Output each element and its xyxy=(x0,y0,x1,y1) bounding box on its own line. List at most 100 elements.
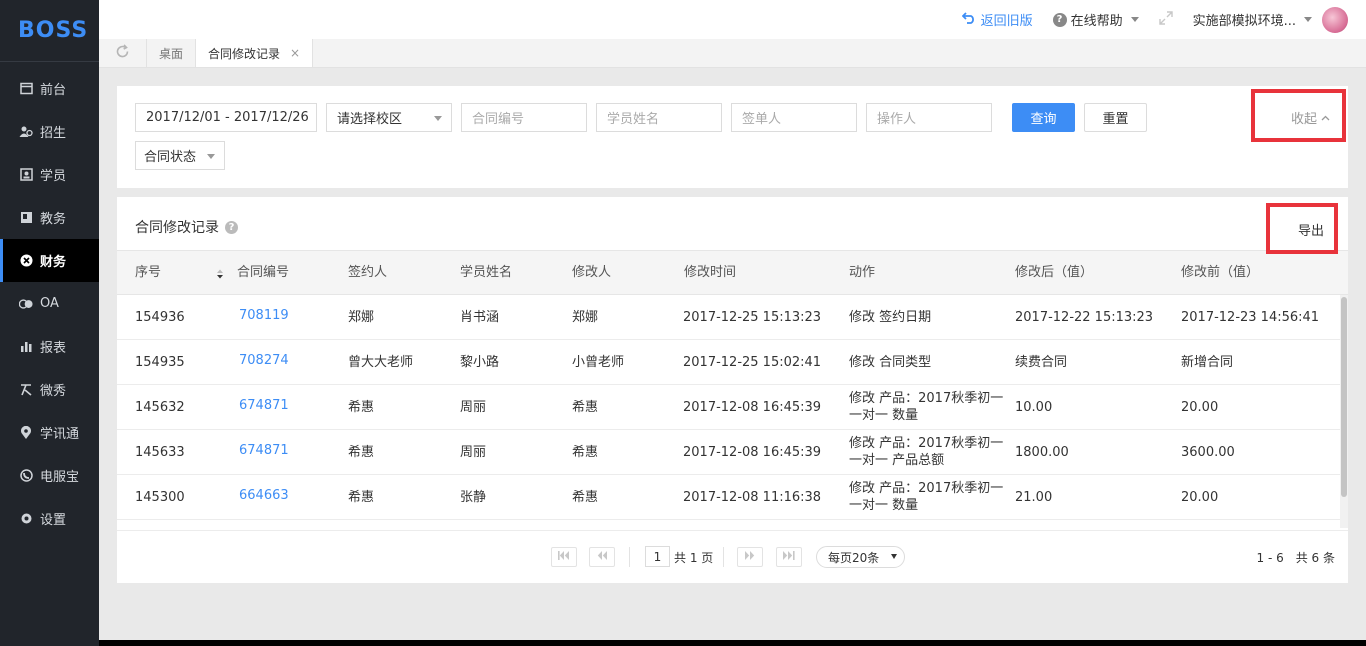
page-number-value: 1 xyxy=(653,549,662,564)
cell-modifier: 希惠 xyxy=(572,490,599,505)
close-icon[interactable]: × xyxy=(290,46,300,60)
location-pin-icon xyxy=(19,425,33,440)
column-header-before-value: 修改前（值） xyxy=(1181,265,1260,280)
people-icon xyxy=(19,125,33,139)
sidebar-nav: 前台 招生 学员 教务 财务 OA 报表 微秀 学讯通 电服宝 设置 xyxy=(0,67,99,540)
tab-bar: 桌面 合同修改记录 × xyxy=(99,39,1366,68)
search-button-label: 查询 xyxy=(1030,112,1057,127)
sidebar-item-label: 财务 xyxy=(40,255,67,270)
signer-input[interactable]: 签单人 xyxy=(731,103,857,132)
sidebar-item-label: 招生 xyxy=(40,126,67,141)
sidebar-item-enrollment[interactable]: 招生 xyxy=(0,110,99,153)
cell-id: 145300 xyxy=(135,490,185,505)
cell-action: 修改 签约日期 xyxy=(849,310,932,325)
cell-modifier: 郑娜 xyxy=(572,310,599,325)
cell-action: 修改 产品：2017秋季初一一对一 数量 xyxy=(849,391,1004,423)
operator-input[interactable]: 操作人 xyxy=(866,103,992,132)
sidebar-item-weixiu[interactable]: 微秀 xyxy=(0,368,99,411)
cell-contract-link[interactable]: 664663 xyxy=(239,487,289,504)
cell-id: 154936 xyxy=(135,310,185,325)
cell-student: 张静 xyxy=(460,490,487,505)
cell-contract-link[interactable]: 708119 xyxy=(239,307,289,324)
cell-modifier: 希惠 xyxy=(572,445,599,460)
sidebar-item-frontdesk[interactable]: 前台 xyxy=(0,67,99,110)
cell-after: 21.00 xyxy=(1015,490,1053,505)
scrollbar-thumb[interactable] xyxy=(1341,297,1347,497)
calendar-icon xyxy=(19,82,33,96)
date-range-input[interactable]: 2017/12/01 - 2017/12/26 xyxy=(135,103,317,132)
sidebar-item-students[interactable]: 学员 xyxy=(0,153,99,196)
sidebar-item-label: 前台 xyxy=(40,83,67,98)
back-to-old-version-link[interactable]: 返回旧版 xyxy=(961,10,1033,29)
last-page-button[interactable] xyxy=(776,547,802,567)
bottom-edge xyxy=(99,640,1366,646)
sort-icon[interactable] xyxy=(217,268,223,279)
tab-contract-modification-records[interactable]: 合同修改记录 × xyxy=(196,39,314,67)
chevron-down-icon xyxy=(434,116,442,121)
cell-student: 肖书涵 xyxy=(460,310,500,325)
sidebar-item-xuexuntong[interactable]: 学讯通 xyxy=(0,411,99,454)
online-help-menu[interactable]: ? 在线帮助 xyxy=(1052,10,1139,29)
search-button[interactable]: 查询 xyxy=(1012,103,1075,132)
sidebar-item-oa[interactable]: OA xyxy=(0,282,99,325)
reset-button-label: 重置 xyxy=(1102,112,1129,127)
undo-icon xyxy=(961,11,977,28)
question-icon: ? xyxy=(1052,12,1067,27)
cell-contract-link[interactable]: 708274 xyxy=(239,352,289,369)
column-header-id: 序号 xyxy=(135,265,162,280)
prev-page-button[interactable] xyxy=(589,547,615,567)
sidebar-item-settings[interactable]: 设置 xyxy=(0,497,99,540)
page-size-select[interactable]: 每页20条 xyxy=(816,546,905,568)
avatar[interactable] xyxy=(1322,6,1348,33)
sidebar-item-dianfubao[interactable]: 电服宝 xyxy=(0,454,99,497)
reset-button[interactable]: 重置 xyxy=(1084,103,1147,132)
contract-status-select[interactable]: 合同状态 xyxy=(135,141,225,170)
campus-select[interactable]: 请选择校区 xyxy=(326,103,452,132)
panel-title-text: 合同修改记录 xyxy=(135,220,219,236)
cell-signer: 希惠 xyxy=(348,490,375,505)
chevron-down-icon xyxy=(207,154,215,159)
cell-time: 2017-12-25 15:13:23 xyxy=(683,310,822,325)
next-page-button[interactable] xyxy=(737,547,763,567)
pagination: 1 共 1 页 每页20条 1 - 6 共 6 条 xyxy=(117,530,1348,583)
sidebar-item-academic[interactable]: 教务 xyxy=(0,196,99,239)
phone-icon xyxy=(19,469,33,483)
cell-after: 续费合同 xyxy=(1015,355,1068,370)
cell-modifier: 希惠 xyxy=(572,400,599,415)
first-page-button[interactable] xyxy=(551,547,577,567)
cell-contract-link[interactable]: 674871 xyxy=(239,397,289,414)
column-header-modify-time: 修改时间 xyxy=(684,265,737,280)
campus-select-value: 请选择校区 xyxy=(337,112,403,127)
filter-panel: 2017/12/01 - 2017/12/26 请选择校区 合同编号 学员姓名 … xyxy=(117,86,1348,188)
online-help-label: 在线帮助 xyxy=(1070,14,1123,29)
app-logo[interactable]: BOSS xyxy=(0,0,99,62)
help-icon[interactable]: ? xyxy=(225,220,238,234)
cell-time: 2017-12-08 16:45:39 xyxy=(683,400,822,415)
sidebar-item-finance[interactable]: 财务 xyxy=(0,239,99,282)
book-icon xyxy=(19,211,33,225)
tab-label: 合同修改记录 xyxy=(208,46,281,61)
tab-desktop[interactable]: 桌面 xyxy=(147,39,197,67)
column-header-student-name: 学员姓名 xyxy=(460,265,513,280)
cell-before: 2017-12-23 14:56:41 xyxy=(1181,310,1320,325)
user-menu[interactable]: 实施部模拟环境... xyxy=(1193,6,1348,33)
back-to-old-version-label: 返回旧版 xyxy=(980,14,1033,29)
table-scrollbar[interactable] xyxy=(1340,295,1348,528)
cell-signer: 希惠 xyxy=(348,445,375,460)
table-row: 154935 708274 曾大大老师 黎小路 小曾老师 2017-12-25 … xyxy=(117,340,1340,385)
column-header-contract-number[interactable]: 合同编号 xyxy=(237,264,289,281)
cell-before: 20.00 xyxy=(1181,490,1219,505)
student-name-input[interactable]: 学员姓名 xyxy=(596,103,722,132)
table-row: 154936 708119 郑娜 肖书涵 郑娜 2017-12-25 15:13… xyxy=(117,295,1340,340)
cell-contract-link[interactable]: 674871 xyxy=(239,442,289,459)
cell-time: 2017-12-25 15:02:41 xyxy=(683,355,822,370)
sidebar-item-reports[interactable]: 报表 xyxy=(0,325,99,368)
finance-icon xyxy=(19,254,33,268)
sidebar-item-label: OA xyxy=(40,296,59,311)
page-number-input[interactable]: 1 xyxy=(645,546,670,567)
contract-number-input[interactable]: 合同编号 xyxy=(461,103,587,132)
refresh-button[interactable] xyxy=(99,39,147,67)
fullscreen-button[interactable] xyxy=(1158,10,1173,29)
cell-before: 3600.00 xyxy=(1181,445,1235,460)
table-header: 序号 合同编号 签约人 学员姓名 修改人 修改时间 动作 修改后（值） 修改前（… xyxy=(117,250,1348,295)
